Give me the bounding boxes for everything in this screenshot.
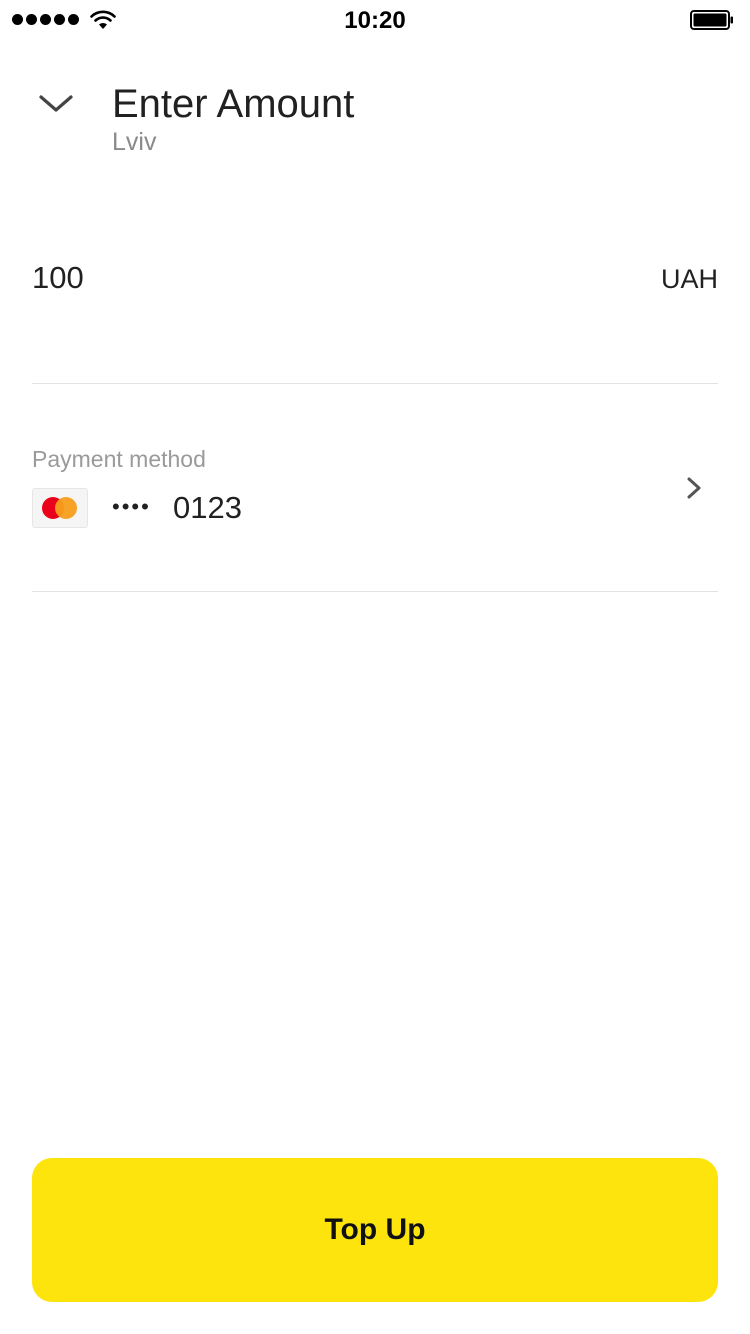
card-last4: 0123: [173, 490, 242, 525]
divider: [32, 591, 718, 592]
top-up-button[interactable]: Top Up: [32, 1158, 718, 1302]
divider: [32, 383, 718, 384]
chevron-right-icon: [687, 477, 701, 499]
mastercard-icon: [32, 488, 88, 528]
card-mask: ••••: [112, 494, 151, 519]
amount-input[interactable]: [32, 260, 592, 296]
payment-method-row[interactable]: Payment method •••• 0123: [32, 430, 718, 570]
status-time: 10:20: [344, 7, 406, 34]
chevron-down-icon: [39, 95, 73, 112]
battery-icon: [690, 10, 733, 30]
page-subtitle: Lviv: [112, 128, 157, 156]
status-bar: 10:20: [0, 0, 750, 40]
collapse-button[interactable]: [34, 86, 78, 126]
payment-method-label: Payment method: [32, 446, 206, 472]
amount-row: UAH: [32, 240, 718, 382]
page-title: Enter Amount: [112, 82, 355, 126]
currency-label: UAH: [660, 264, 718, 294]
